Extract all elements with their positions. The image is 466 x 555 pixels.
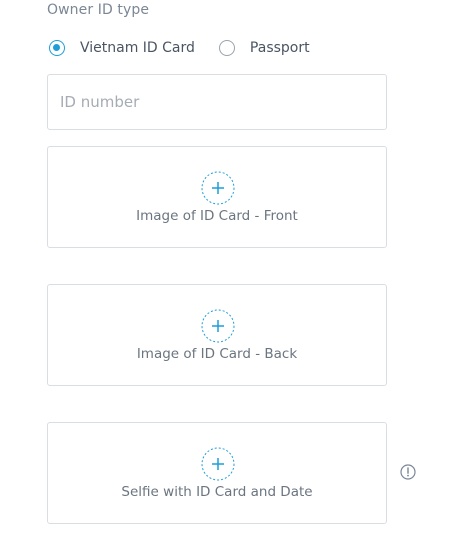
info-circle-icon[interactable]: [400, 464, 416, 480]
plus-icon: [201, 447, 235, 481]
upload-selfie-with-id-card[interactable]: Selfie with ID Card and Date: [47, 422, 387, 524]
upload-label-id-card-back: Image of ID Card - Back: [136, 346, 298, 362]
radio-option-vietnam-id-card[interactable]: Vietnam ID Card: [49, 40, 195, 56]
radio-label-vietnam-id-card: Vietnam ID Card: [80, 40, 195, 56]
plus-icon: [201, 309, 235, 343]
owner-id-form: Owner ID type Vietnam ID Card Passport I…: [0, 0, 466, 555]
upload-id-card-front[interactable]: Image of ID Card - Front: [47, 146, 387, 248]
radio-label-passport: Passport: [249, 40, 310, 56]
upload-label-selfie: Selfie with ID Card and Date: [121, 484, 313, 500]
radio-button-passport[interactable]: [218, 40, 235, 56]
radio-option-passport[interactable]: Passport: [218, 40, 310, 56]
upload-id-card-back[interactable]: Image of ID Card - Back: [47, 284, 387, 386]
plus-icon: [201, 171, 235, 205]
owner-id-type-radio-group: Vietnam ID Card Passport: [47, 36, 334, 60]
id-number-input[interactable]: [47, 74, 387, 130]
upload-label-id-card-front: Image of ID Card - Front: [136, 208, 298, 224]
owner-id-type-label: Owner ID type: [47, 2, 150, 18]
radio-button-vietnam-id-card[interactable]: [49, 40, 65, 56]
